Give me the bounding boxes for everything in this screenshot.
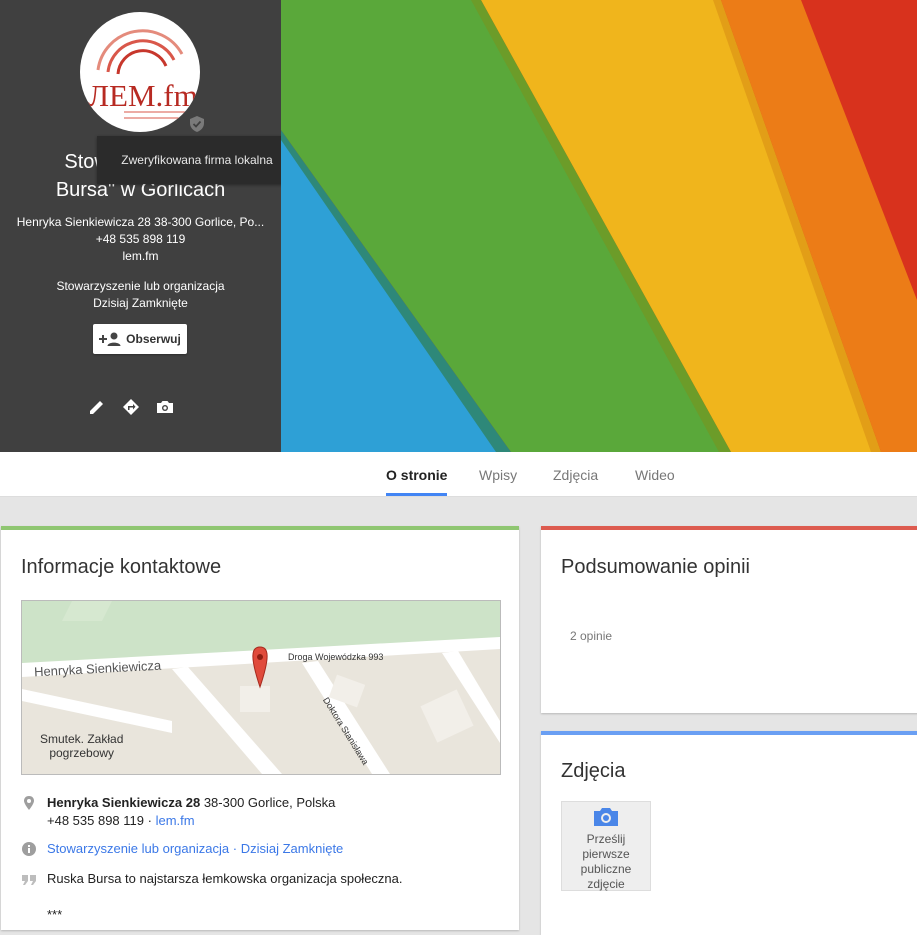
info-icon bbox=[22, 842, 36, 856]
contact-info-card: Informacje kontaktowe Henryka Sienkiewic… bbox=[1, 526, 519, 930]
category-row: Stowarzyszenie lub organizacja · Dzisiaj… bbox=[21, 840, 343, 858]
header-hours[interactable]: Dzisiaj Zamknięte bbox=[0, 295, 281, 312]
category-link[interactable]: Stowarzyszenie lub organizacja bbox=[47, 841, 229, 856]
pencil-icon[interactable] bbox=[88, 398, 106, 416]
camera-icon[interactable] bbox=[156, 398, 174, 416]
logo-text: ЛEM.fm bbox=[88, 78, 198, 113]
photos-card: Zdjęcia Prześlij pierwsze publiczne zdję… bbox=[541, 731, 917, 935]
address-city: 38-300 Gorlice, Polska bbox=[203, 795, 336, 810]
location-map[interactable]: Henryka Sienkiewicza Droga Wojewódzka 99… bbox=[21, 600, 501, 775]
description-more: *** bbox=[47, 907, 63, 922]
header-address[interactable]: Henryka Sienkiewicza 28 38-300 Gorlice, … bbox=[0, 214, 281, 231]
reviews-count[interactable]: 2 opinie bbox=[570, 629, 612, 643]
header-website[interactable]: lem.fm bbox=[0, 248, 281, 265]
contact-card-title: Informacje kontaktowe bbox=[21, 556, 222, 578]
tab-bar: O stronie Wpisy Zdjęcia Wideo bbox=[0, 452, 917, 497]
header-category: Stowarzyszenie lub organizacja bbox=[56, 279, 225, 293]
directions-icon[interactable] bbox=[122, 398, 140, 416]
tab-wpisy[interactable]: Wpisy bbox=[479, 452, 517, 496]
camera-upload-icon bbox=[594, 808, 618, 826]
quote-icon bbox=[22, 875, 36, 885]
upload-photo-button[interactable]: Prześlij pierwsze publiczne zdjęcie bbox=[561, 801, 651, 891]
cover-photo[interactable] bbox=[281, 0, 917, 452]
map-poi: Smutek. Zakład pogrzebowy bbox=[40, 732, 124, 760]
reviews-summary-card: Podsumowanie opinii 2 opinie bbox=[541, 526, 917, 713]
contact-phone[interactable]: +48 535 898 119 bbox=[47, 813, 144, 828]
header-phone[interactable]: +48 535 898 119 bbox=[0, 231, 281, 248]
address-street: Henryka Sienkiewicza 28 bbox=[47, 795, 201, 810]
lem-fm-logo: ЛEM.fm bbox=[88, 29, 198, 119]
upload-photo-label: Prześlij pierwsze publiczne zdjęcie bbox=[580, 832, 632, 891]
description-row: Ruska Bursa to najstarsza łemkowska orga… bbox=[21, 870, 403, 888]
description-text: Ruska Bursa to najstarsza łemkowska orga… bbox=[47, 871, 403, 886]
hours-link[interactable]: Dzisiaj Zamknięte bbox=[241, 841, 344, 856]
photos-card-title: Zdjęcia bbox=[561, 760, 626, 782]
verified-shield-icon[interactable] bbox=[188, 115, 206, 133]
tab-o-stronie[interactable]: O stronie bbox=[386, 452, 448, 496]
map-street-road: Droga Wojewódzka 993 bbox=[288, 652, 384, 662]
address-row: Henryka Sienkiewicza 28 38-300 Gorlice, … bbox=[21, 794, 335, 830]
header-contact: Henryka Sienkiewicza 28 38-300 Gorlice, … bbox=[0, 214, 281, 265]
contact-website-link[interactable]: lem.fm bbox=[156, 813, 195, 828]
header-actions bbox=[88, 398, 174, 416]
reviews-card-title: Podsumowanie opinii bbox=[561, 556, 751, 578]
follow-label: Obserwuj bbox=[126, 332, 181, 346]
profile-logo[interactable]: ЛEM.fm bbox=[80, 12, 200, 132]
verified-tooltip: Zweryfikowana firma lokalna bbox=[97, 136, 297, 184]
tab-zdjecia[interactable]: Zdjęcia bbox=[553, 452, 598, 496]
rainbow-cover-image bbox=[281, 0, 917, 452]
follow-button[interactable]: Obserwuj bbox=[93, 324, 187, 354]
location-pin-icon bbox=[24, 796, 34, 810]
add-person-icon bbox=[99, 332, 121, 346]
tab-wideo[interactable]: Wideo bbox=[635, 452, 675, 496]
profile-panel: ЛEM.fm Stowar Bursa" w Gorlicach Zweryfi… bbox=[0, 0, 297, 452]
header-category-block: Stowarzyszenie lub organizacja Dzisiaj Z… bbox=[0, 278, 281, 312]
